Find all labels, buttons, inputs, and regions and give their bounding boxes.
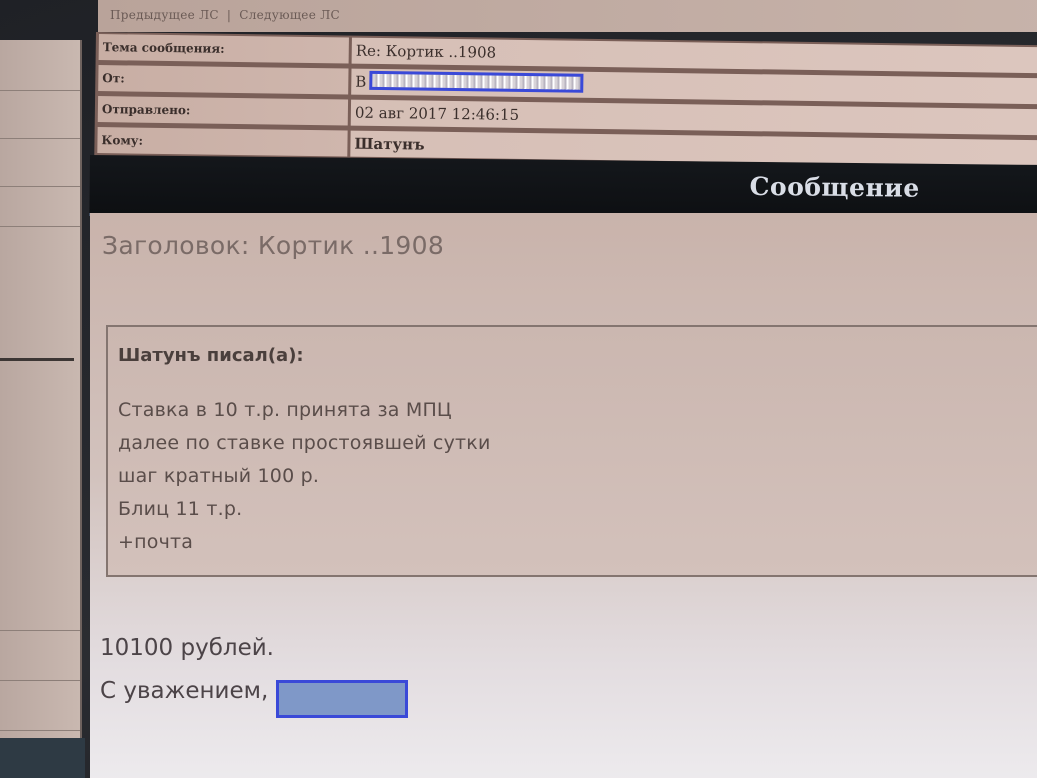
to-label: Кому: <box>97 127 348 157</box>
pm-navigation: Предыдущее ЛС | Следующее ЛС <box>98 0 1037 32</box>
from-label: От: <box>98 65 349 95</box>
sidebar-divider <box>0 358 74 361</box>
prev-message-link[interactable]: Предыдущее ЛС <box>110 8 219 22</box>
message-body: Заголовок: Кортик ..1908 Шатунъ писал(а)… <box>90 213 1037 778</box>
quote-line: Блиц 11 т.р. <box>118 498 243 520</box>
sidebar-row[interactable] <box>0 90 80 139</box>
signature-redaction <box>276 680 408 718</box>
sidebar-row[interactable] <box>0 186 80 227</box>
sidebar-row[interactable] <box>0 138 80 187</box>
message-header-table: Тема сообщения: Re: Кортик ..1908 От: В … <box>94 32 1037 170</box>
quote-line: +почта <box>118 531 194 553</box>
sidebar-row[interactable] <box>0 680 80 731</box>
sent-label: Отправлено: <box>97 96 349 126</box>
from-value-text: В <box>355 72 367 91</box>
reply-line: С уважением, <box>100 678 269 704</box>
nav-separator: | <box>226 8 232 22</box>
reply-line: 10100 рублей. <box>100 635 274 661</box>
quote-line: Ставка в 10 т.р. принята за МПЦ <box>118 399 452 421</box>
sidebar-footer <box>0 738 85 778</box>
message-subject: Заголовок: Кортик ..1908 <box>102 231 445 260</box>
sidebar-row[interactable] <box>0 630 80 681</box>
sidebar-row[interactable] <box>0 600 80 631</box>
sidebar-row[interactable] <box>0 40 80 91</box>
left-sidebar <box>0 40 82 740</box>
subject-label: Тема сообщения: <box>98 34 349 64</box>
quote-line: далее по ставке простоявшей сутки <box>118 432 491 454</box>
quote-line: шаг кратный 100 р. <box>118 465 320 487</box>
next-message-link[interactable]: Следующее ЛС <box>239 8 340 22</box>
quote-author: Шатунъ писал(а): <box>118 345 304 366</box>
message-bar-title: Сообщение <box>749 171 920 203</box>
screen: Предыдущее ЛС | Следующее ЛС Тема сообщени… <box>0 0 1037 778</box>
sender-redaction <box>369 70 584 93</box>
quote-block: Шатунъ писал(а): Ставка в 10 т.р. принят… <box>106 325 1037 577</box>
